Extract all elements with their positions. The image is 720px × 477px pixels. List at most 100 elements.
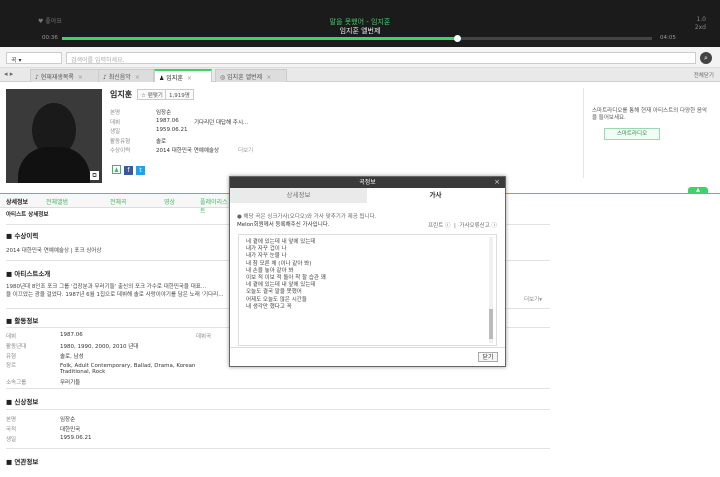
search-bar: 곡 ▾ 검색어를 입력하세요. ⌕ [0, 47, 720, 68]
subtab-videos[interactable]: 영상 [164, 197, 175, 206]
dialog-title: 곡정보 [230, 177, 505, 188]
heading-text: 연관정보 [14, 458, 39, 466]
lyric-line: 내 생각만 했다고 꼭 [246, 303, 292, 310]
divider [6, 448, 550, 449]
lyric-line: 어제도 오늘도 많은 시간들 [246, 296, 307, 303]
tab-label: 현재재생목록 [40, 74, 74, 81]
heading-text: 신상정보 [14, 398, 39, 406]
lyric-line: 오늘도 결국 말을 못했어 [246, 289, 302, 296]
close-icon[interactable]: × [187, 75, 192, 82]
smart-radio-panel: 스마트라디오를 통해 현재 아티스트의 다양한 음악을 들어보세요. 스마트라디… [592, 108, 712, 140]
facebook-icon[interactable]: f [124, 166, 133, 175]
divider [6, 388, 550, 389]
search-category-select[interactable]: 곡 ▾ [6, 52, 62, 64]
print-button[interactable]: 프린트 ⓘ [428, 223, 450, 229]
personal-row: 국적 대한민국 [6, 425, 386, 433]
debut-song-link[interactable]: 기다리던 대답해 주시... [194, 118, 248, 126]
info-row: 활동유형 솔로 [110, 137, 410, 147]
row-value: 무러기들 [60, 380, 81, 386]
fan-button[interactable]: ☆ 팬맺기 [137, 89, 167, 100]
report-lyrics-button[interactable]: 가사오류신고 ⓘ [459, 223, 497, 229]
more-link[interactable]: 더보기 [238, 146, 253, 154]
intro-text: 을 이끄었는 광을 걸었다. 1987년 6월 1집으로 데뷔해 솔로 사랑이야… [6, 292, 224, 298]
progress-bar[interactable] [62, 35, 652, 42]
tab-latest[interactable]: ♪ 최신음악 × [98, 69, 154, 82]
fan-count: 1,919명 [165, 89, 194, 100]
tab-label: 임지훈 엘번제 [227, 74, 263, 81]
artist-info: 본명 임장순 데뷔 1987.06 기다리던 대답해 주시... 생일 1959.06.… [110, 108, 410, 156]
subtab-albums[interactable]: 전체앨범 [46, 197, 68, 206]
row-key: 데뷔 [6, 334, 17, 340]
info-value: 솔로 [156, 138, 167, 145]
info-value: 1959.06.21 [156, 127, 188, 133]
info-row: 수상이력 2014 대한민국 연예예술상 더보기 [110, 146, 410, 156]
heading-text: 아티스트소개 [14, 270, 51, 278]
section-title: 아티스트 상세정보 [6, 212, 49, 218]
tab-lyrics[interactable]: 가사 [367, 188, 504, 203]
now-playing-album: 임지훈 엘번제 [339, 27, 381, 35]
close-icon[interactable]: × [494, 177, 500, 188]
divider [583, 88, 584, 178]
row-value: 임장순 [60, 417, 76, 423]
volume-value: 1.0 [696, 16, 706, 23]
progress-knob[interactable] [454, 35, 462, 42]
lyric-line: 내가 자꾸 눈물 나 [246, 253, 287, 260]
photo-body [18, 147, 90, 183]
tab-nav-icon[interactable]: ◂ ▸ [4, 70, 28, 80]
row-value: Folk, Adult Contemporary, Ballad, Drama,… [60, 363, 196, 375]
row-key: 본명 [6, 417, 17, 423]
progress-fill [62, 37, 458, 40]
lyrics-tools: 프린트 ⓘ | 가사오류신고 ⓘ [428, 223, 497, 229]
info-key: 데뷔 [110, 119, 121, 126]
award-text: 2014 대한민국 연예예술상 | 포크 싱어상 [6, 248, 102, 254]
close-icon[interactable]: × [78, 74, 83, 81]
intro-more-button[interactable]: 더보기▾ [524, 295, 542, 303]
close-button[interactable]: 닫기 [478, 352, 498, 362]
row-key: 소속그룹 [6, 380, 27, 386]
tab-album[interactable]: ◎ 임지훈 엘번제 × [215, 69, 287, 82]
info-key: 수상이력 [110, 148, 131, 154]
lyrics-box[interactable]: 네 곁에 있는데 내 앞에 있는데 내가 자꾸 겁이 나 내가 자꾸 눈물 나 … [238, 234, 497, 346]
related-heading: ■ 연관정보 [6, 458, 39, 466]
row-key: 데뷔곡 [196, 334, 212, 340]
tab-details[interactable]: 상세정보 [230, 188, 367, 203]
search-icon[interactable]: ⌕ [700, 52, 712, 64]
info-key: 활동유형 [110, 138, 131, 145]
subtab-songs[interactable]: 전체곡 [110, 197, 127, 206]
subtab-detail[interactable]: 상세정보 [6, 197, 28, 206]
info-key: 생일 [110, 129, 121, 135]
close-all-tabs[interactable]: 전체닫기 [694, 71, 714, 79]
artist-photo[interactable]: ⧉ [6, 89, 102, 183]
subtab-playlist[interactable]: 플레이리스트 [200, 197, 230, 215]
close-icon[interactable]: × [266, 74, 271, 81]
info-row: 데뷔 1987.06 기다리던 대답해 주시... [110, 118, 410, 128]
zoom-icon[interactable]: ⧉ [90, 171, 99, 180]
volume-readout[interactable]: 1.0 2xd [695, 16, 706, 32]
row-key: 장르 [6, 363, 17, 369]
lyric-line: 내 손을 놓아 같아 봐 [246, 267, 294, 274]
twitter-icon[interactable]: t [136, 166, 145, 175]
info-value: 2014 대한민국 연예예술상 [156, 148, 220, 154]
scrollbar[interactable] [489, 237, 493, 343]
row-value: 솔로, 남성 [60, 354, 84, 360]
collapse-toggle[interactable]: ▲ [688, 187, 708, 194]
note-line: ● 해당 곡은 싱크가사(오디오)와 가사 맞추기가 제공 됩니다. [237, 214, 377, 220]
player-bar: ♥ 좋아요 말을 못했어 - 임지훈 임지훈 엘번제 00:36 04:05 1… [0, 0, 720, 47]
award-heading: ■ 수상이력 [6, 232, 39, 240]
divider [6, 409, 550, 410]
fan-label: 팬맺기 [147, 93, 163, 99]
artist-name: 임지훈 [110, 90, 133, 99]
sub-tabs: 상세정보 전체앨범 전체곡 영상 플레이리스트 [0, 194, 230, 215]
person-icon[interactable]: ♟ [112, 165, 121, 174]
search-category-label: 곡 [11, 57, 17, 64]
close-icon[interactable]: × [135, 74, 140, 81]
tab-artist[interactable]: ♟ 임지훈 × [154, 69, 212, 82]
row-key: 생일 [6, 437, 17, 443]
row-value: 대한민국 [60, 427, 81, 433]
tab-label: 임지훈 [166, 75, 183, 82]
scrollbar-thumb[interactable] [489, 309, 493, 339]
row-key: 국적 [6, 427, 17, 433]
smart-radio-button[interactable]: 스마트라디오 [604, 128, 660, 140]
search-input[interactable]: 검색어를 입력하세요. [66, 52, 696, 64]
intro-text: 1980년대 8인조 포크 그룹 '겁장분과 무러기들' 출신의 포크 가수로 … [6, 284, 207, 290]
